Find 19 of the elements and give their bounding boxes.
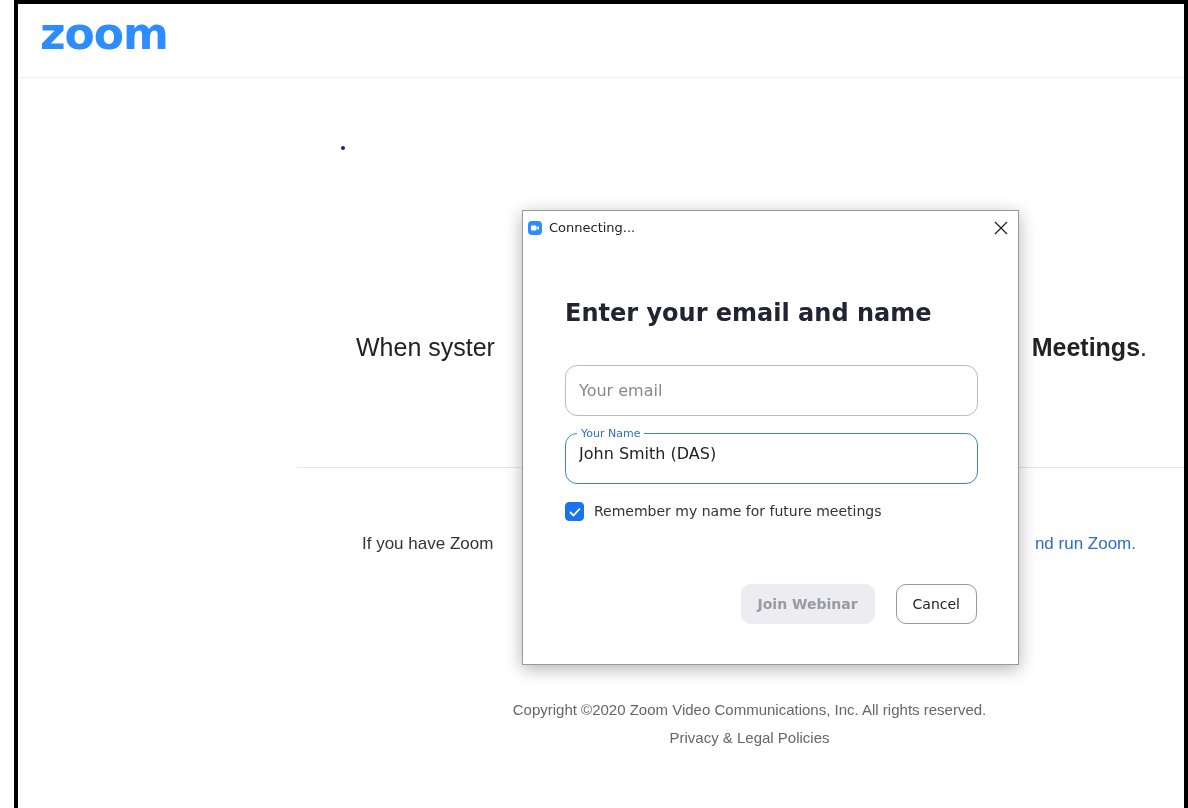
checkbox-label: Remember my name for future meetings — [594, 502, 882, 521]
email-field[interactable]: Your email — [565, 365, 978, 416]
camera-app-icon — [528, 221, 542, 235]
prompt-text: If you have Zoom — [362, 532, 494, 555]
cancel-button[interactable]: Cancel — [895, 584, 977, 624]
legal-link[interactable]: Privacy & Legal Policies — [669, 729, 830, 746]
field-label: Your Name — [580, 428, 642, 439]
checkbox[interactable] — [565, 502, 584, 521]
close-icon[interactable] — [994, 221, 1008, 235]
launch-link[interactable]: nd run Zoom. — [1034, 530, 1136, 556]
name-field[interactable]: Your Name John Smith (DAS) — [565, 428, 978, 484]
loading-dot — [341, 146, 345, 150]
headline-text: Meetings. — [1031, 332, 1147, 363]
checkmark-icon — [568, 506, 581, 517]
dialog-heading: Enter your email and name — [565, 298, 933, 329]
copyright-text: Copyright ©2020 Zoom Video Communications, Inc. All rights reserved. — [511, 700, 988, 720]
logo: zoom — [40, 11, 168, 56]
headline-text: When syster — [356, 332, 495, 363]
dialog-title: Connecting... — [549, 219, 636, 238]
